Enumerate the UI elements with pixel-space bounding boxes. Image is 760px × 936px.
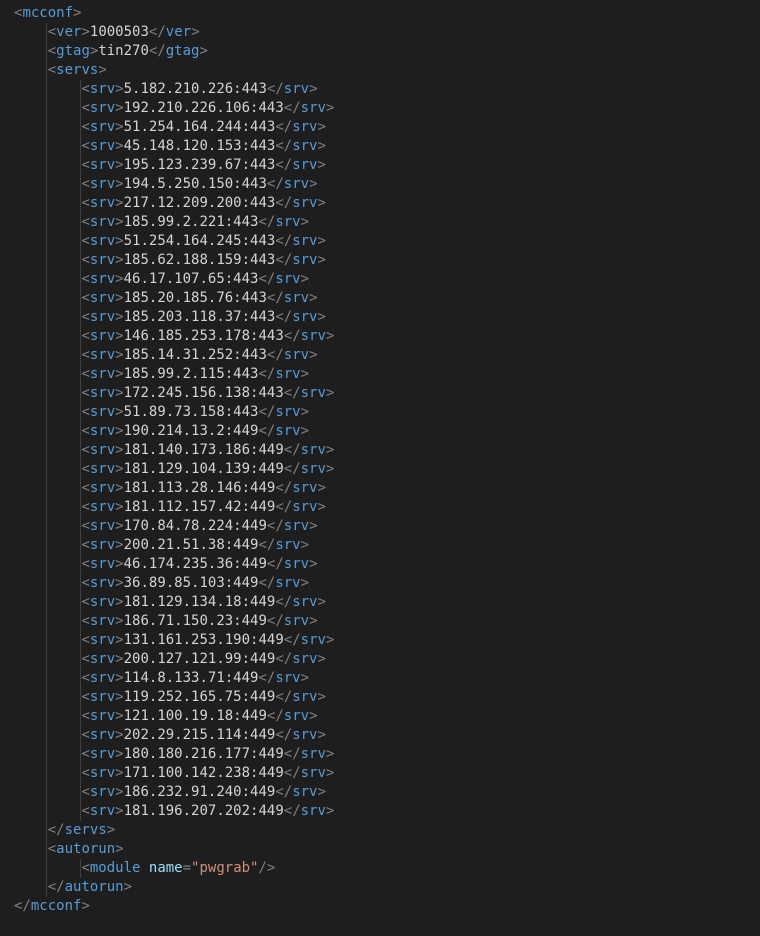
code-line: <srv>186.232.91.240:449</srv> — [0, 783, 760, 802]
code-line: <srv>185.62.188.159:443</srv> — [0, 251, 760, 270]
code-line: <srv>190.214.13.2:449</srv> — [0, 422, 760, 441]
code-line: <autorun> — [0, 840, 760, 859]
code-line: <gtag>tin270</gtag> — [0, 42, 760, 61]
code-line: <srv>185.14.31.252:443</srv> — [0, 346, 760, 365]
code-line: <srv>200.127.121.99:449</srv> — [0, 650, 760, 669]
code-line: <srv>185.203.118.37:443</srv> — [0, 308, 760, 327]
code-line: <srv>217.12.209.200:443</srv> — [0, 194, 760, 213]
code-line: <srv>200.21.51.38:449</srv> — [0, 536, 760, 555]
code-line: <srv>170.84.78.224:449</srv> — [0, 517, 760, 536]
code-line: <srv>181.196.207.202:449</srv> — [0, 802, 760, 821]
code-line: <srv>51.254.164.245:443</srv> — [0, 232, 760, 251]
code-line: <srv>202.29.215.114:449</srv> — [0, 726, 760, 745]
code-line: <srv>5.182.210.226:443</srv> — [0, 80, 760, 99]
code-line: <srv>185.20.185.76:443</srv> — [0, 289, 760, 308]
code-line: </mcconf> — [0, 897, 760, 916]
code-line: <mcconf> — [0, 4, 760, 23]
code-line: <srv>46.174.235.36:449</srv> — [0, 555, 760, 574]
code-line: <srv>181.113.28.146:449</srv> — [0, 479, 760, 498]
code-line: <module name="pwgrab"/> — [0, 859, 760, 878]
code-line: <srv>172.245.156.138:443</srv> — [0, 384, 760, 403]
code-line: <srv>192.210.226.106:443</srv> — [0, 99, 760, 118]
code-line: <srv>194.5.250.150:443</srv> — [0, 175, 760, 194]
code-line: <srv>36.89.85.103:449</srv> — [0, 574, 760, 593]
code-line: <srv>185.99.2.115:443</srv> — [0, 365, 760, 384]
code-line: <srv>181.129.134.18:449</srv> — [0, 593, 760, 612]
code-line: <srv>181.140.173.186:449</srv> — [0, 441, 760, 460]
code-line: <srv>195.123.239.67:443</srv> — [0, 156, 760, 175]
code-line: <srv>51.89.73.158:443</srv> — [0, 403, 760, 422]
xml-source-view: <mcconf> <ver>1000503</ver> <gtag>tin270… — [0, 0, 760, 936]
code-line: <srv>185.99.2.221:443</srv> — [0, 213, 760, 232]
code-line: <srv>45.148.120.153:443</srv> — [0, 137, 760, 156]
code-line: <srv>46.17.107.65:443</srv> — [0, 270, 760, 289]
code-line: <srv>114.8.133.71:449</srv> — [0, 669, 760, 688]
code-line: </autorun> — [0, 878, 760, 897]
code-line: </servs> — [0, 821, 760, 840]
code-line: <srv>186.71.150.23:449</srv> — [0, 612, 760, 631]
code-line: <ver>1000503</ver> — [0, 23, 760, 42]
code-line: <srv>180.180.216.177:449</srv> — [0, 745, 760, 764]
code-line: <srv>181.112.157.42:449</srv> — [0, 498, 760, 517]
code-line: <srv>171.100.142.238:449</srv> — [0, 764, 760, 783]
code-line: <srv>146.185.253.178:443</srv> — [0, 327, 760, 346]
code-line: <srv>131.161.253.190:449</srv> — [0, 631, 760, 650]
code-line: <srv>119.252.165.75:449</srv> — [0, 688, 760, 707]
code-line: <srv>51.254.164.244:443</srv> — [0, 118, 760, 137]
code-line: <servs> — [0, 61, 760, 80]
code-line: <srv>181.129.104.139:449</srv> — [0, 460, 760, 479]
code-line: <srv>121.100.19.18:449</srv> — [0, 707, 760, 726]
